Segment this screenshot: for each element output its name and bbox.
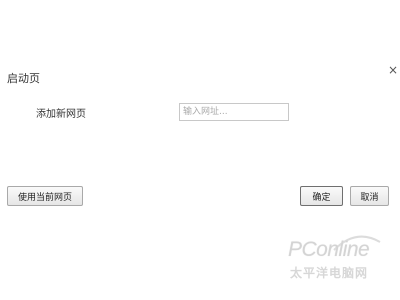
close-icon[interactable]: × — [387, 64, 399, 76]
watermark-logo: PConline — [288, 238, 370, 261]
watermark: PConline 太平洋电脑网 — [288, 235, 396, 284]
startup-pages-dialog: 启动页 × 添加新网页 使用当前网页 确定 取消 PConline 太平洋电脑网 — [0, 0, 400, 300]
url-input[interactable] — [179, 103, 289, 121]
dialog-title: 启动页 — [7, 72, 40, 85]
add-new-page-label: 添加新网页 — [36, 109, 86, 120]
cancel-button[interactable]: 取消 — [350, 186, 389, 206]
ok-button[interactable]: 确定 — [300, 186, 343, 206]
use-current-pages-button[interactable]: 使用当前网页 — [7, 186, 83, 206]
watermark-subtitle: 太平洋电脑网 — [290, 266, 369, 280]
